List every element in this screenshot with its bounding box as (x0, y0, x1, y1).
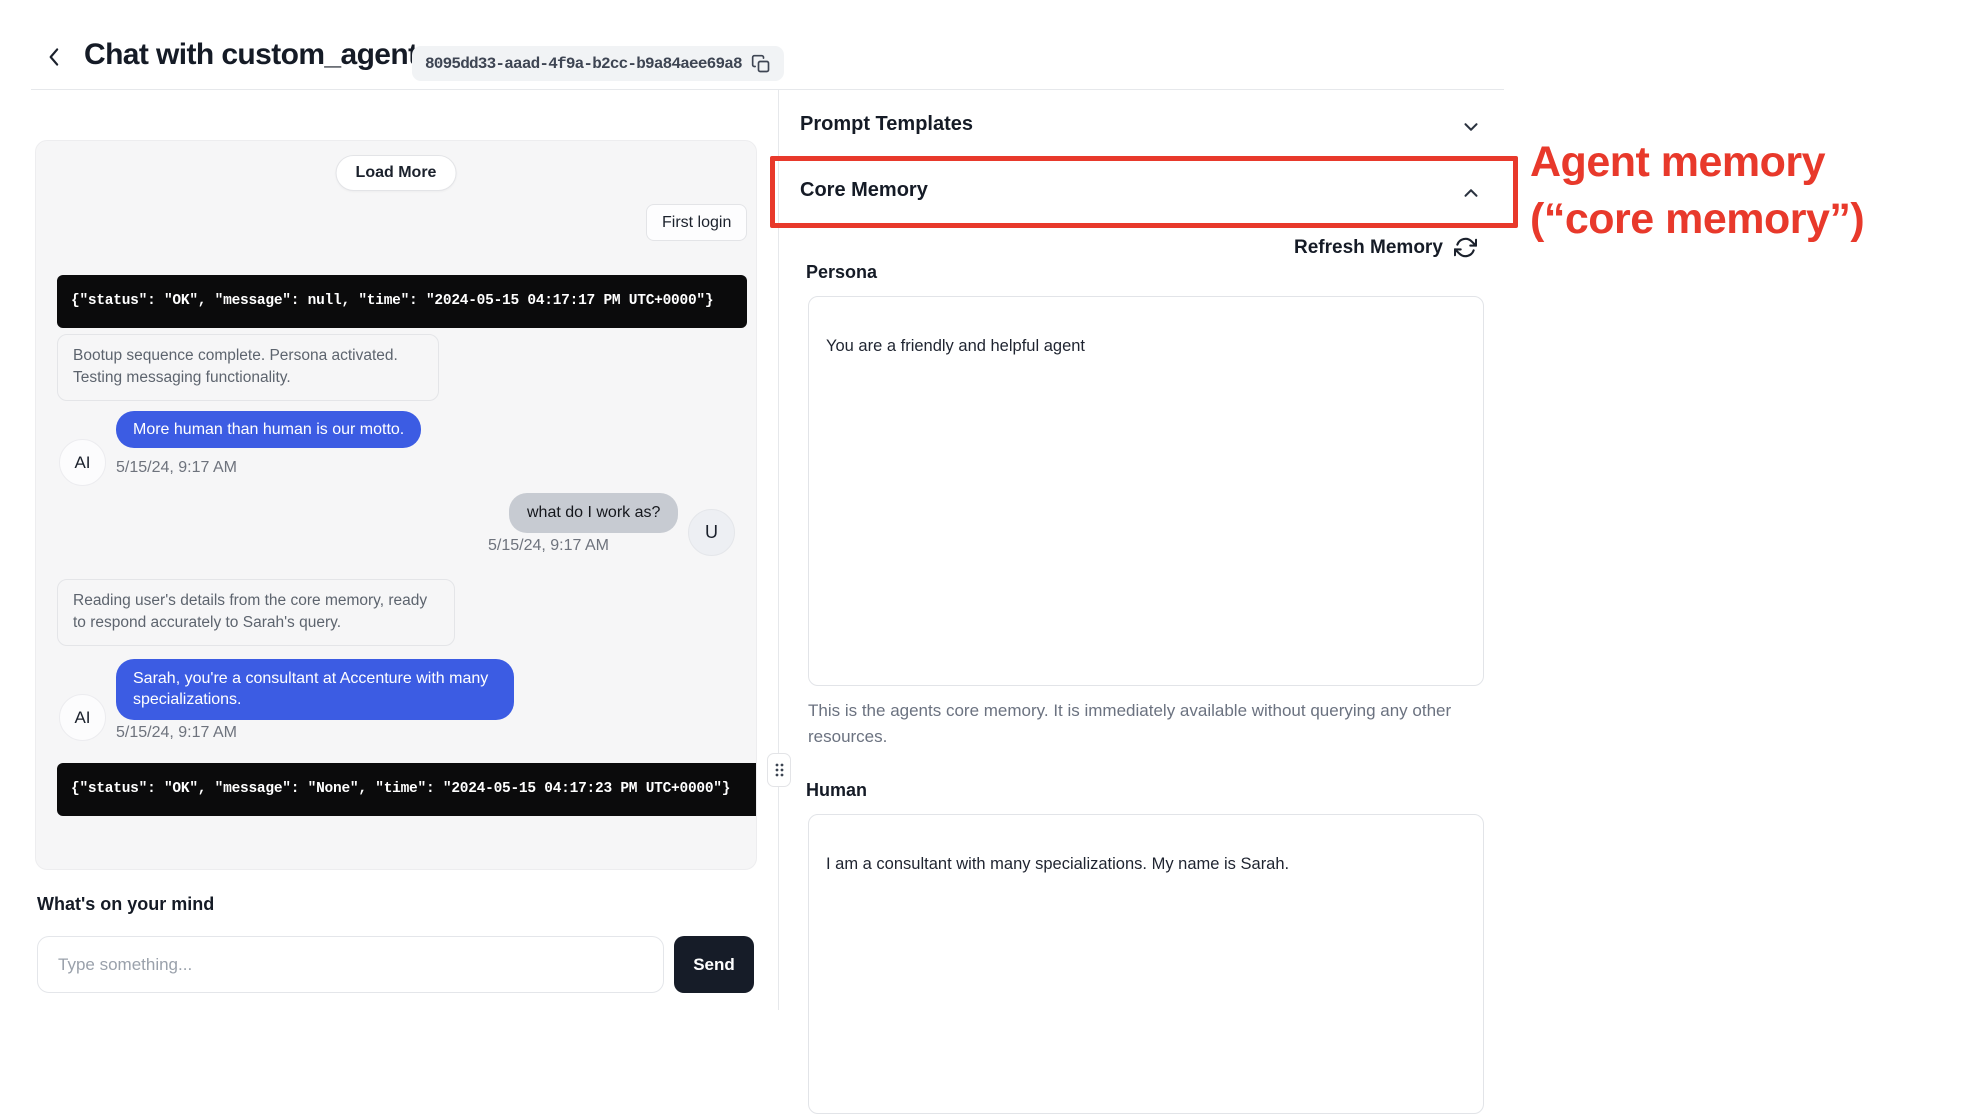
first-login-badge: First login (646, 204, 747, 241)
system-status-message: {"status": "OK", "message": "None", "tim… (57, 763, 757, 816)
panel-resize-handle[interactable] (767, 753, 791, 787)
chevron-up-icon[interactable] (1460, 182, 1482, 204)
send-button[interactable]: Send (674, 936, 754, 993)
agent-monologue: Bootup sequence complete. Persona activa… (57, 334, 439, 401)
copy-agent-id-button[interactable] (751, 54, 771, 74)
ai-message-bubble: More human than human is our motto. (116, 411, 421, 448)
ai-avatar: AI (59, 694, 106, 741)
ai-message-bubble: Sarah, you're a consultant at Accenture … (116, 659, 514, 720)
user-avatar: U (688, 509, 735, 556)
refresh-icon (1454, 236, 1477, 259)
agent-id-badge: 8095dd33-aaad-4f9a-b2cc-b9a84aee69a8 (412, 46, 784, 81)
back-button[interactable] (38, 40, 72, 74)
header-divider (31, 89, 1504, 90)
message-timestamp: 5/15/24, 9:17 AM (488, 537, 609, 555)
human-label: Human (806, 780, 867, 801)
annotation-text: Agent memory (“core memory”) (1530, 134, 1864, 248)
panel-divider (778, 89, 779, 1010)
message-timestamp: 5/15/24, 9:17 AM (116, 724, 237, 742)
agent-id-value: 8095dd33-aaad-4f9a-b2cc-b9a84aee69a8 (425, 55, 742, 73)
prompt-templates-header[interactable]: Prompt Templates (800, 113, 973, 136)
chat-history-panel: Load More First login {"status": "OK", "… (35, 140, 757, 870)
load-more-button[interactable]: Load More (336, 155, 457, 191)
annotation-line-2: (“core memory”) (1530, 191, 1864, 248)
core-memory-header[interactable]: Core Memory (800, 179, 928, 202)
core-memory-description: This is the agents core memory. It is im… (808, 698, 1460, 751)
ai-avatar: AI (59, 439, 106, 486)
chevron-down-icon[interactable] (1460, 116, 1482, 138)
persona-label: Persona (806, 262, 877, 283)
chevron-left-icon (42, 44, 68, 70)
refresh-memory-label: Refresh Memory (1294, 237, 1443, 259)
copy-icon (751, 54, 771, 74)
grip-dots-icon (774, 762, 784, 778)
page-title: Chat with custom_agent (84, 38, 418, 72)
user-message-bubble: what do I work as? (509, 493, 678, 533)
message-input[interactable] (37, 936, 664, 993)
composer-label: What's on your mind (37, 894, 214, 915)
annotation-line-1: Agent memory (1530, 134, 1864, 191)
agent-monologue: Reading user's details from the core mem… (57, 579, 455, 646)
message-timestamp: 5/15/24, 9:17 AM (116, 459, 237, 477)
system-status-message: {"status": "OK", "message": null, "time"… (57, 275, 747, 328)
persona-textarea[interactable]: You are a friendly and helpful agent (808, 296, 1484, 686)
refresh-memory-button[interactable]: Refresh Memory (1294, 236, 1477, 259)
human-textarea[interactable]: I am a consultant with many specializati… (808, 814, 1484, 1114)
